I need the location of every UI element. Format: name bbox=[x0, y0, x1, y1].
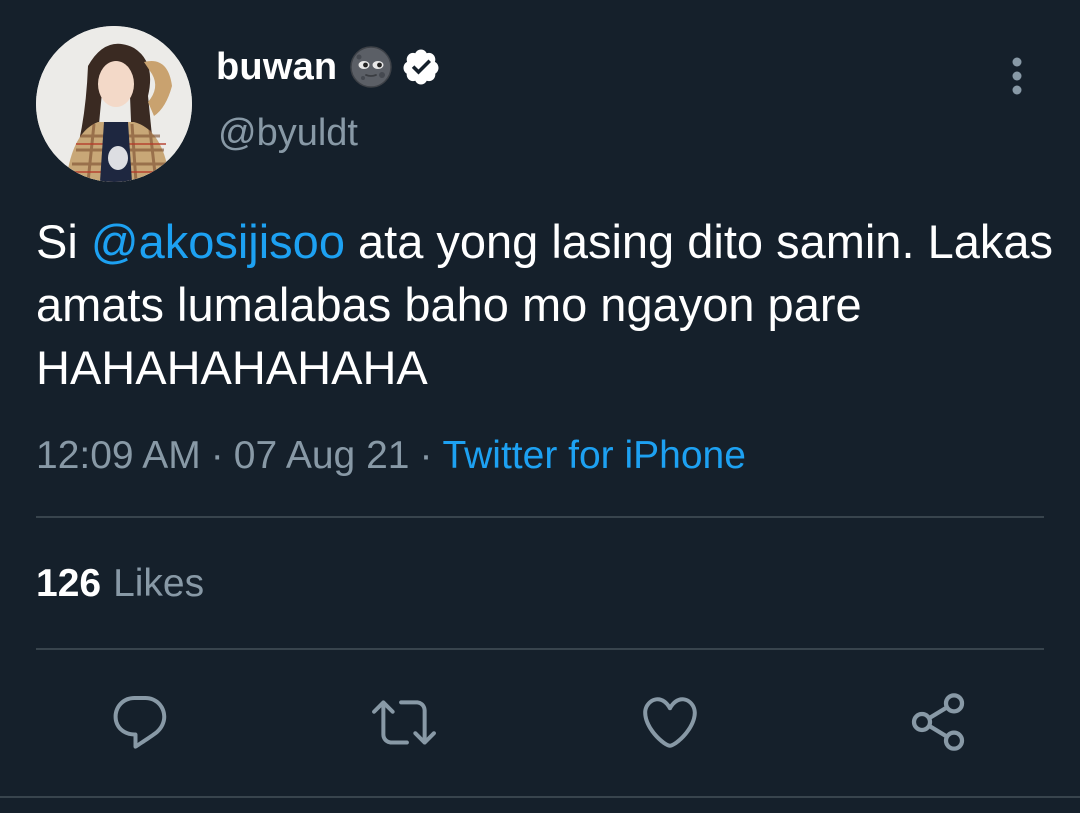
likes-label: Likes bbox=[113, 562, 205, 605]
share-button[interactable] bbox=[906, 690, 970, 754]
share-icon bbox=[911, 693, 965, 751]
tweet-date: 07 Aug 21 bbox=[233, 434, 410, 477]
tweet-time: 12:09 AM bbox=[36, 434, 201, 477]
meta-separator: · bbox=[210, 434, 224, 477]
tweet-text: Si @akosijisoo ata yong lasing dito sami… bbox=[36, 210, 1056, 399]
tweet-source-link[interactable]: Twitter for iPhone bbox=[442, 434, 745, 477]
mention-link[interactable]: @akosijisoo bbox=[91, 215, 345, 268]
tweet-text-prefix: Si bbox=[36, 215, 91, 268]
divider bbox=[36, 648, 1044, 650]
likes-stat[interactable]: 126 Likes bbox=[36, 562, 204, 606]
retweet-button[interactable] bbox=[372, 690, 436, 754]
reply-icon bbox=[113, 695, 167, 749]
heart-icon bbox=[643, 697, 697, 748]
avatar[interactable] bbox=[36, 26, 192, 182]
reply-button[interactable] bbox=[108, 690, 172, 754]
tweet-meta: 12:09 AM · 07 Aug 21 · Twitter for iPhone bbox=[36, 434, 746, 478]
new-moon-face-icon bbox=[350, 46, 393, 88]
name-row: buwan bbox=[216, 44, 441, 90]
more-options-icon[interactable] bbox=[1004, 54, 1030, 98]
user-handle[interactable]: @byuldt bbox=[218, 112, 358, 155]
likes-count: 126 bbox=[36, 562, 102, 605]
avatar-image bbox=[36, 26, 192, 182]
meta-separator: · bbox=[419, 434, 433, 477]
verified-badge-icon bbox=[403, 49, 439, 85]
display-name[interactable]: buwan bbox=[216, 46, 337, 89]
retweet-icon bbox=[372, 700, 436, 745]
like-button[interactable] bbox=[638, 690, 702, 754]
divider bbox=[36, 516, 1044, 518]
tweet-detail: buwan @byuldt Si @akosijisoo ata yong la… bbox=[0, 0, 1080, 813]
divider bbox=[0, 796, 1080, 798]
